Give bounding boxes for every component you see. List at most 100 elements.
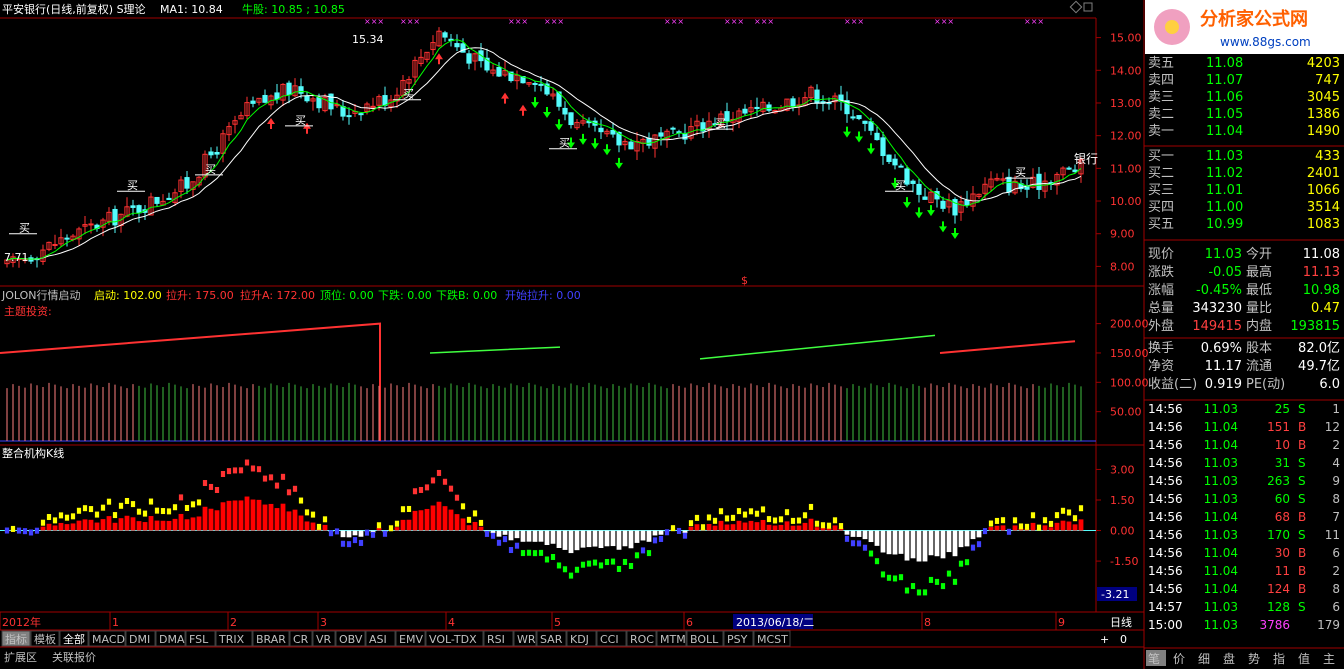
tab-trix[interactable]: TRIX (218, 633, 245, 646)
book-price: 11.04 (1206, 124, 1243, 139)
zero-button[interactable]: 0 (1120, 633, 1127, 646)
k-candle (598, 562, 604, 569)
btab-6[interactable]: 值 (1298, 651, 1310, 666)
top-x-marker: ××× (934, 17, 954, 26)
k-histogram-bar (238, 500, 244, 531)
k-histogram-bar (814, 527, 820, 531)
book-vol: 1490 (1307, 124, 1340, 139)
tab-dmi[interactable]: DMI (129, 633, 150, 646)
tab-模板[interactable]: 模板 (34, 632, 56, 646)
candle-body (910, 180, 916, 184)
plus-button[interactable]: + (1100, 633, 1109, 646)
k-histogram-bar (1042, 525, 1048, 531)
tab-vr[interactable]: VR (316, 633, 332, 646)
k-histogram-bar (796, 525, 802, 531)
tick-side: B (1298, 438, 1306, 452)
btab-5[interactable]: 指 (1273, 651, 1285, 666)
k-candle (172, 504, 178, 511)
tab-boll[interactable]: BOLL (690, 633, 719, 646)
k-candle (4, 527, 10, 534)
k-histogram-bar (478, 526, 484, 531)
candle-body (868, 121, 874, 131)
quote-value: 10.98 (1303, 283, 1340, 298)
tab-mcst[interactable]: MCST (757, 633, 788, 646)
tick-time: 14:56 (1148, 456, 1183, 470)
k-histogram-bar (310, 522, 316, 531)
k-histogram-bar (628, 530, 634, 549)
tab-fsl[interactable]: FSL (189, 633, 209, 646)
logo-url: www.88gs.com (1220, 35, 1311, 49)
candle-body (286, 82, 292, 96)
k-histogram-bar (802, 522, 808, 531)
k-candle (10, 525, 16, 532)
btab-3[interactable]: 盘 (1223, 651, 1235, 666)
period-label[interactable]: 日线 (1110, 615, 1132, 629)
tab-roc[interactable]: ROC (630, 633, 654, 646)
tab2-1[interactable]: 关联报价 (52, 650, 96, 664)
tick-side: B (1298, 546, 1306, 560)
tab-emv[interactable]: EMV (399, 633, 423, 646)
tab-cci[interactable]: CCI (600, 633, 619, 646)
tick-price: 11.04 (1204, 420, 1238, 434)
tick-vol: 30 (1275, 546, 1290, 560)
tab-kdj[interactable]: KDJ (570, 633, 589, 646)
tick-vol: 25 (1275, 402, 1290, 416)
k-histogram-bar (340, 530, 346, 538)
indicator-tabs[interactable]: 指标 模板 全部 MACD DMI DMA FSL TRIX BRAR CR VR OBV ASI EMV… (1, 630, 791, 647)
tab-指标[interactable]: 指标 (5, 632, 27, 646)
candle-body (274, 92, 280, 100)
k-histogram-bar (358, 530, 364, 537)
btab-4[interactable]: 势 (1248, 652, 1260, 666)
tab-brar[interactable]: BRAR (256, 633, 286, 646)
btab-2[interactable]: 细 (1198, 652, 1210, 666)
tab-mtm[interactable]: MTM (660, 633, 686, 646)
k-histogram-bar (322, 524, 328, 531)
candle-body (916, 183, 922, 195)
tab-wr[interactable]: WR (517, 633, 536, 646)
stock-chart[interactable]: 平安银行(日线,前复权) S理论 MA1: 10.84 牛股: 10.85 ; … (0, 0, 1344, 669)
tab-sar[interactable]: SAR (540, 633, 563, 646)
tab-psy[interactable]: PSY (727, 633, 748, 646)
k-histogram-bar (202, 506, 208, 531)
k-candle (772, 517, 778, 524)
k-candle (250, 465, 256, 472)
tab-cr[interactable]: CR (293, 633, 309, 646)
tab-dma[interactable]: DMA (159, 633, 185, 646)
tick-vol: 31 (1275, 456, 1290, 470)
k-histogram-bar (52, 525, 58, 531)
price-tick-label: 15.00 (1110, 32, 1142, 45)
tab-vol-tdx[interactable]: VOL-TDX (429, 633, 477, 646)
tab2-0[interactable]: 扩展区 (4, 650, 37, 664)
k-candle (376, 522, 382, 529)
k-candle (748, 508, 754, 515)
tab-rsi[interactable]: RSI (487, 633, 505, 646)
k-candle (754, 510, 760, 517)
k-histogram-bar (304, 521, 310, 531)
tab-macd[interactable]: MACD (92, 633, 125, 646)
k-candle (460, 503, 466, 510)
top-x-marker: ××× (844, 17, 864, 26)
btab-0[interactable]: 笔 (1148, 651, 1160, 666)
quote-value: 0.47 (1311, 301, 1340, 316)
btab-7[interactable]: 主 (1323, 652, 1335, 666)
flower-center-icon (1165, 20, 1179, 34)
tab-obv[interactable]: OBV (339, 633, 363, 646)
quote-label: 流通 (1246, 359, 1272, 374)
quote-value: 11.13 (1303, 265, 1340, 280)
k-candle (286, 489, 292, 496)
btab-1[interactable]: 价 (1173, 652, 1185, 666)
candle-body (184, 177, 190, 189)
k-histogram-bar (508, 530, 514, 541)
k-histogram-bar (892, 530, 898, 555)
candle-body (112, 208, 118, 226)
k-candle (538, 549, 544, 556)
k-histogram-bar (190, 517, 196, 531)
tick-time: 14:56 (1148, 582, 1183, 596)
tab-asi[interactable]: ASI (369, 633, 387, 646)
tick-vol: 10 (1275, 438, 1290, 452)
tab-全部[interactable]: 全部 (63, 632, 85, 646)
k-candle (682, 532, 688, 539)
k-candle (1024, 523, 1030, 530)
k-histogram-bar (94, 522, 100, 531)
top-x-marker: ××× (364, 17, 384, 26)
